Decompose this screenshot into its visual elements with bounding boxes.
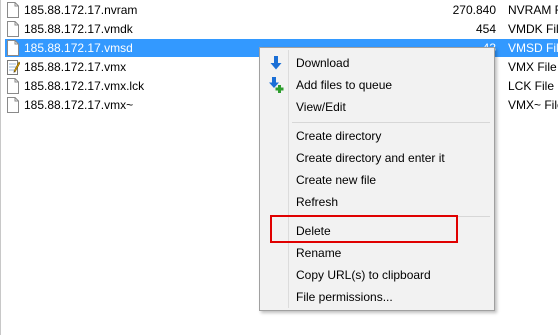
file-name: 185.88.172.17.vmsd (24, 41, 133, 55)
menu-item-file-permissions[interactable]: File permissions... (262, 286, 492, 308)
notepad-file-icon (7, 60, 20, 75)
menu-label: Rename (296, 246, 342, 260)
file-icon (7, 40, 19, 56)
file-name: 185.88.172.17.vmx (24, 60, 127, 74)
menu-item-add-to-queue[interactable]: Add files to queue (262, 74, 492, 96)
file-type: NVRAM F (508, 3, 558, 17)
menu-item-create-directory-enter[interactable]: Create directory and enter it (262, 147, 492, 169)
file-name: 185.88.172.17.vmx.lck (24, 79, 145, 93)
menu-item-create-new-file[interactable]: Create new file (262, 169, 492, 191)
menu-item-rename[interactable]: Rename (262, 242, 492, 264)
download-arrow-icon (270, 56, 282, 70)
file-icon (7, 21, 19, 37)
file-type: LCK File (508, 79, 555, 93)
menu-item-create-directory[interactable]: Create directory (262, 125, 492, 147)
menu-label: Download (296, 56, 350, 70)
file-type: VMSD File (508, 41, 558, 55)
file-size: 454 (475, 22, 496, 36)
file-icon (7, 78, 19, 94)
menu-label: View/Edit (296, 100, 346, 114)
file-name: 185.88.172.17.vmx~ (24, 98, 134, 112)
menu-label: Create directory (296, 129, 382, 143)
menu-separator (292, 122, 490, 123)
file-type: VMDK File (508, 22, 558, 36)
file-type: VMX File (508, 60, 557, 74)
file-icon (7, 2, 19, 18)
menu-label: Add files to queue (296, 78, 393, 92)
menu-item-download[interactable]: Download (262, 52, 492, 74)
file-icon (7, 97, 19, 113)
menu-item-copy-url[interactable]: Copy URL(s) to clipboard (262, 264, 492, 286)
file-name: 185.88.172.17.nvram (24, 3, 138, 17)
file-row-nvram[interactable]: 185.88.172.17.nvram 270.840 NVRAM F (0, 1, 558, 19)
file-context-menu: Download Add files to queue View/Edit Cr… (259, 47, 495, 311)
file-row-vmdk[interactable]: 185.88.172.17.vmdk 454 VMDK File (0, 20, 558, 38)
menu-item-refresh[interactable]: Refresh (262, 191, 492, 213)
delete-highlight-outline (270, 215, 458, 243)
file-name: 185.88.172.17.vmdk (24, 22, 133, 36)
menu-label: Create new file (296, 173, 377, 187)
file-size: 270.840 (452, 3, 496, 17)
menu-item-view-edit[interactable]: View/Edit (262, 96, 492, 118)
menu-label: File permissions... (296, 290, 393, 304)
file-type: VMX~ File (508, 98, 558, 112)
menu-label: Copy URL(s) to clipboard (296, 268, 431, 282)
menu-label: Create directory and enter it (296, 151, 445, 165)
add-to-queue-icon (269, 77, 284, 93)
menu-label: Refresh (296, 195, 339, 209)
